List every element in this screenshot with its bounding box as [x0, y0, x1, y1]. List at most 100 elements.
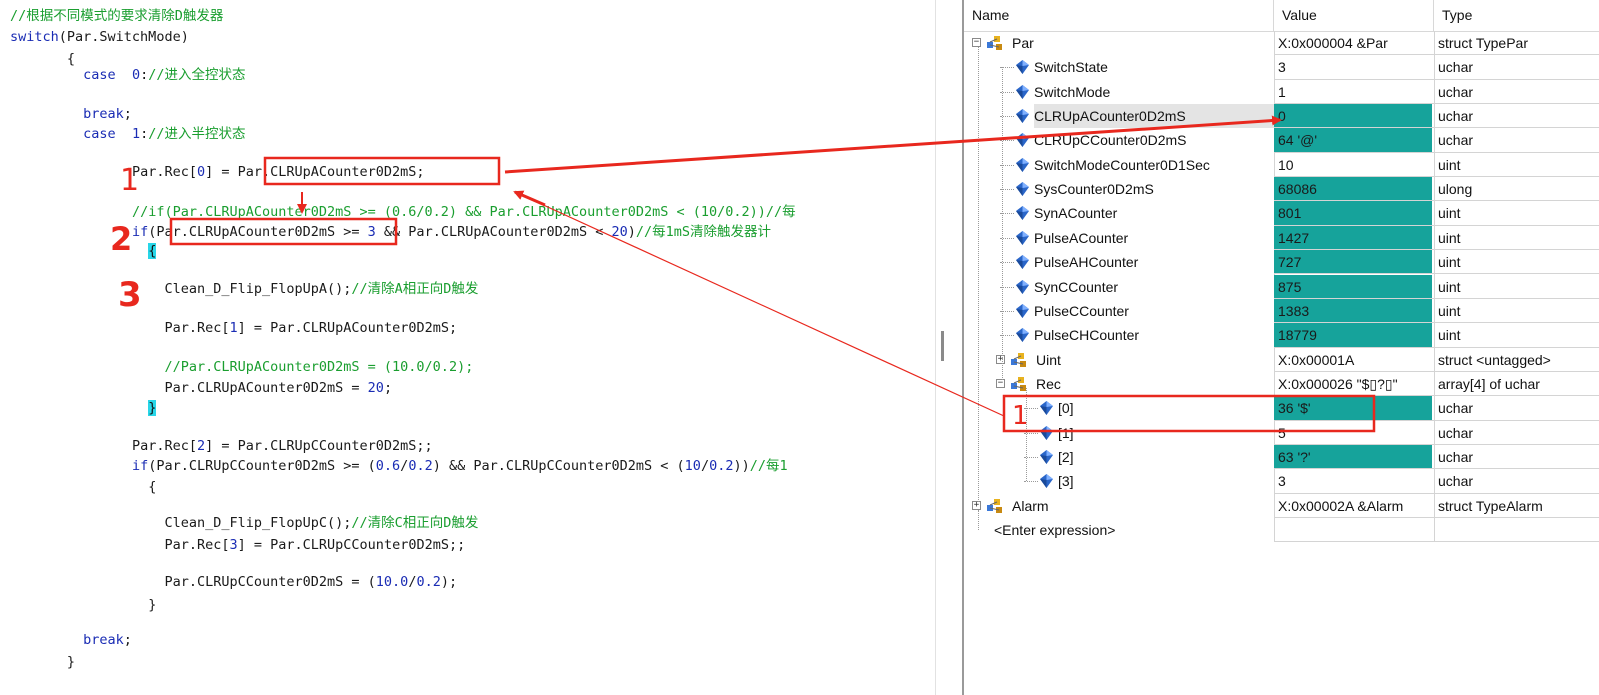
watch-row[interactable]: CLRUpCCounter0D2mS 64 '@' uchar [964, 128, 1599, 153]
watch-row[interactable]: SynACounter 801 uint [964, 201, 1599, 226]
column-header-type[interactable]: Type [1434, 0, 1599, 31]
watch-row[interactable]: PulseCHCounter 18779 uint [964, 323, 1599, 348]
watch-value[interactable]: 1383 [1274, 298, 1432, 323]
column-header-value[interactable]: Value [1274, 0, 1434, 31]
watch-value[interactable]: X:0x000004 &Par [1274, 31, 1432, 55]
watch-name[interactable]: SwitchState [1034, 55, 1108, 79]
watch-name[interactable]: Uint [1036, 348, 1061, 372]
code-line[interactable]: { [148, 241, 157, 261]
collapse-icon[interactable]: − [996, 378, 1005, 388]
watch-row[interactable]: + Uint X:0x00001A struct <untagged> [964, 348, 1599, 372]
code-line[interactable]: Clean_D_Flip_FlopUpA();//清除A相正向D触发 [164, 279, 478, 299]
watch-value[interactable]: 875 [1274, 274, 1432, 299]
watch-value[interactable]: 36 '$' [1274, 396, 1432, 421]
code-line[interactable]: Clean_D_Flip_FlopUpC();//清除C相正向D触发 [164, 513, 478, 533]
code-line[interactable]: if(Par.CLRUpACounter0D2mS >= 3 && Par.CL… [132, 222, 771, 242]
watch-window[interactable]: Name Value Type − Par X:0x000004 &Par struc… [964, 0, 1599, 695]
code-line[interactable]: Par.CLRUpACounter0D2mS = 20; [164, 378, 392, 398]
watch-row[interactable]: <Enter expression> [964, 518, 1599, 543]
expand-icon[interactable]: + [972, 500, 981, 510]
matched-brace: { [148, 243, 157, 259]
watch-name[interactable]: SynACounter [1034, 201, 1117, 225]
collapse-icon[interactable]: − [972, 38, 981, 47]
code-line[interactable]: Par.Rec[1] = Par.CLRUpACounter0D2mS; [164, 318, 457, 338]
watch-row[interactable]: [3] 3 uchar [964, 469, 1599, 494]
watch-value[interactable]: 3 [1274, 55, 1432, 79]
watch-name[interactable]: Par [1012, 31, 1034, 55]
code-line[interactable]: //根据不同模式的要求清除D触发器 [10, 6, 223, 26]
code-line[interactable]: case 1://进入半控状态 [83, 124, 245, 144]
code-line[interactable]: } [67, 652, 75, 672]
watch-name[interactable]: SysCounter0D2mS [1034, 177, 1154, 201]
code-line[interactable]: //if(Par.CLRUpACounter0D2mS >= (0.6/0.2)… [132, 202, 796, 222]
watch-row[interactable]: − Par X:0x000004 &Par struct TypePar [964, 31, 1599, 56]
watch-name[interactable]: [0] [1058, 396, 1074, 420]
watch-value[interactable]: 727 [1274, 250, 1432, 275]
code-line[interactable]: //Par.CLRUpACounter0D2mS = (10.0/0.2); [164, 357, 473, 377]
watch-name[interactable]: PulseCHCounter [1034, 323, 1139, 347]
watch-row[interactable]: PulseAHCounter 727 uint [964, 250, 1599, 275]
code-line[interactable]: break; [83, 630, 132, 650]
splitter-grip[interactable] [941, 331, 944, 361]
watch-row[interactable]: + Alarm X:0x00002A &Alarm struct TypeAlarm [964, 494, 1599, 518]
watch-name[interactable]: CLRUpACounter0D2mS [1034, 104, 1274, 129]
watch-row[interactable]: SynCCounter 875 uint [964, 274, 1599, 299]
code-editor[interactable]: //根据不同模式的要求清除D触发器 switch(Par.SwitchMode) {… [0, 0, 935, 695]
column-header-name[interactable]: Name [964, 0, 1274, 31]
code-number: 0.2 [408, 458, 433, 474]
code-line[interactable]: { [148, 477, 156, 497]
watch-row[interactable]: [0] 36 '$' uchar [964, 396, 1599, 421]
watch-row[interactable]: [2] 63 '?' uchar [964, 444, 1599, 470]
watch-value[interactable]: X:0x000026 "$▯?▯" [1274, 372, 1432, 396]
watch-value[interactable]: 0 [1274, 104, 1432, 129]
watch-name[interactable]: SwitchModeCounter0D1Sec [1034, 153, 1210, 177]
watch-row[interactable]: PulseACounter 1427 uint [964, 225, 1599, 251]
watch-value[interactable]: 10 [1274, 153, 1432, 177]
watch-row[interactable]: − Rec X:0x000026 "$▯?▯" array[4] of uchar [964, 372, 1599, 397]
code-line[interactable]: break; [83, 104, 132, 124]
code-line[interactable]: switch(Par.SwitchMode) [10, 27, 189, 47]
code-line[interactable]: Par.CLRUpCCounter0D2mS = (10.0/0.2); [164, 572, 457, 592]
watch-name[interactable]: Alarm [1012, 494, 1049, 518]
watch-name[interactable]: CLRUpCCounter0D2mS [1034, 128, 1187, 152]
watch-value[interactable]: X:0x00002A &Alarm [1274, 494, 1432, 518]
watch-name[interactable]: <Enter expression> [994, 518, 1115, 542]
watch-name[interactable]: PulseACounter [1034, 226, 1128, 250]
watch-value[interactable]: 64 '@' [1274, 128, 1432, 153]
watch-value[interactable] [1274, 518, 1432, 542]
watch-name[interactable]: [3] [1058, 469, 1074, 493]
watch-name[interactable]: Rec [1036, 372, 1061, 396]
watch-value[interactable]: 3 [1274, 469, 1432, 493]
watch-row[interactable]: SwitchModeCounter0D1Sec 10 uint [964, 153, 1599, 178]
watch-value[interactable]: 68086 [1274, 177, 1432, 202]
watch-row[interactable]: [1] 5 uchar [964, 421, 1599, 445]
watch-name[interactable]: [1] [1058, 421, 1074, 445]
code-line[interactable]: Par.Rec[2] = Par.CLRUpCCounter0D2mS;; [132, 436, 433, 456]
watch-value[interactable]: 801 [1274, 201, 1432, 226]
watch-value[interactable]: X:0x00001A [1274, 348, 1432, 372]
watch-name[interactable]: PulseAHCounter [1034, 250, 1138, 274]
expand-icon[interactable]: + [996, 354, 1005, 364]
pane-splitter[interactable] [935, 0, 963, 695]
watch-row[interactable]: PulseCCounter 1383 uint [964, 298, 1599, 324]
code-line[interactable]: { [67, 49, 75, 69]
watch-row[interactable]: SwitchMode 1 uchar [964, 80, 1599, 105]
watch-value[interactable]: 5 [1274, 421, 1432, 445]
code-line[interactable]: } [148, 398, 157, 418]
code-line[interactable]: } [148, 595, 156, 615]
watch-value[interactable]: 63 '?' [1274, 444, 1432, 469]
code-line[interactable]: Par.Rec[0] = Par.CLRUpACounter0D2mS; [132, 162, 425, 182]
watch-row[interactable]: SwitchState 3 uchar [964, 55, 1599, 80]
watch-name[interactable]: SynCCounter [1034, 275, 1118, 299]
code-line[interactable]: if(Par.CLRUpCCounter0D2mS >= (0.6/0.2) &… [132, 456, 788, 476]
code-line[interactable]: Par.Rec[3] = Par.CLRUpCCounter0D2mS;; [164, 535, 465, 555]
watch-row[interactable]: SysCounter0D2mS 68086 ulong [964, 177, 1599, 202]
watch-name[interactable]: PulseCCounter [1034, 299, 1129, 323]
watch-value[interactable]: 1 [1274, 80, 1432, 104]
watch-name[interactable]: [2] [1058, 445, 1074, 469]
watch-name[interactable]: SwitchMode [1034, 80, 1110, 104]
watch-value[interactable]: 18779 [1274, 323, 1432, 348]
watch-row[interactable]: CLRUpACounter0D2mS 0 uchar [964, 104, 1599, 129]
watch-value[interactable]: 1427 [1274, 225, 1432, 250]
code-line[interactable]: case 0://进入全控状态 [83, 65, 245, 85]
